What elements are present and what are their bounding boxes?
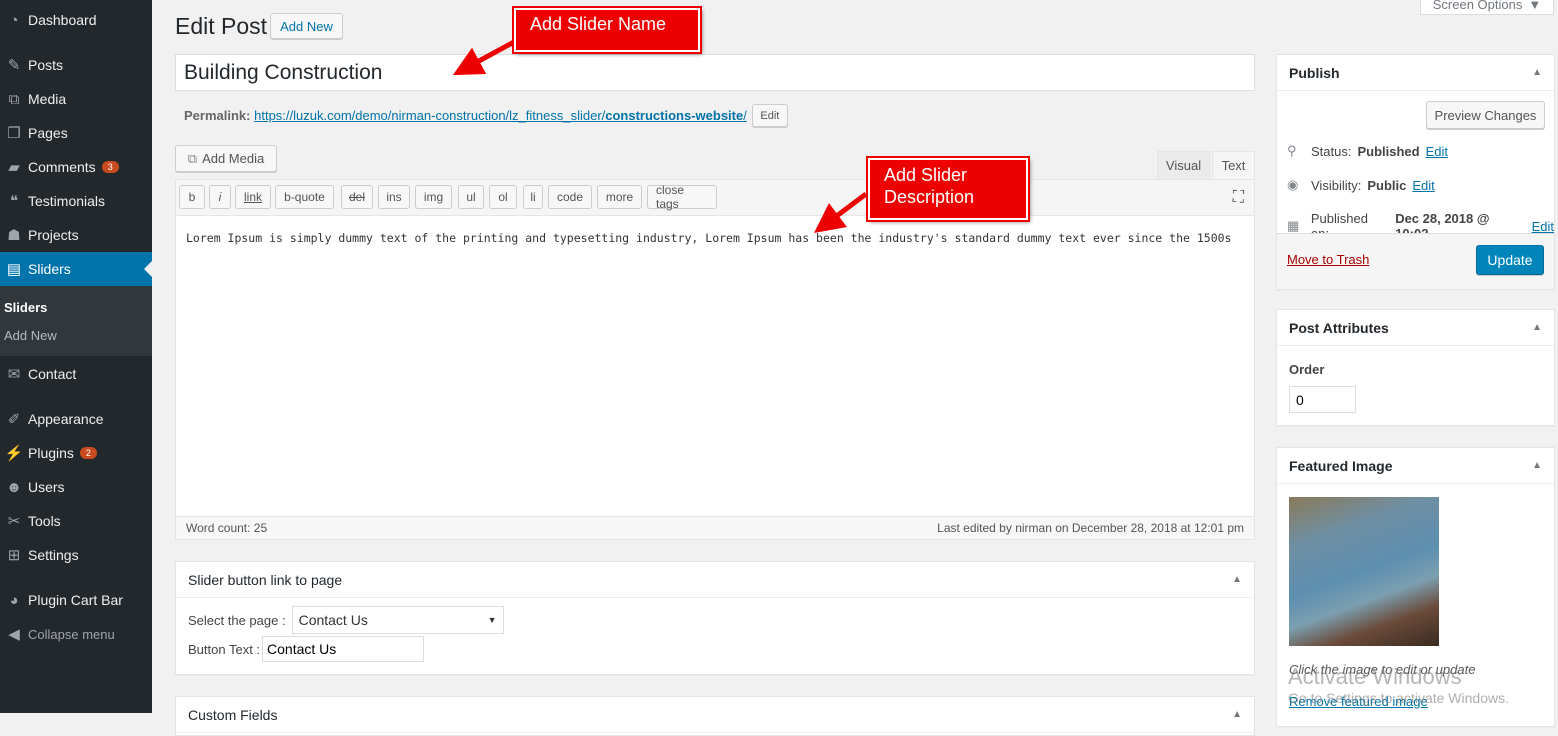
arrow-to-title [452, 39, 516, 76]
annotation-slider-name: Add Slider Name [512, 6, 702, 54]
annotation-arrows [452, 39, 868, 233]
annotation-slider-description: Add Slider Description [866, 156, 1030, 222]
arrow-to-description [814, 192, 868, 233]
